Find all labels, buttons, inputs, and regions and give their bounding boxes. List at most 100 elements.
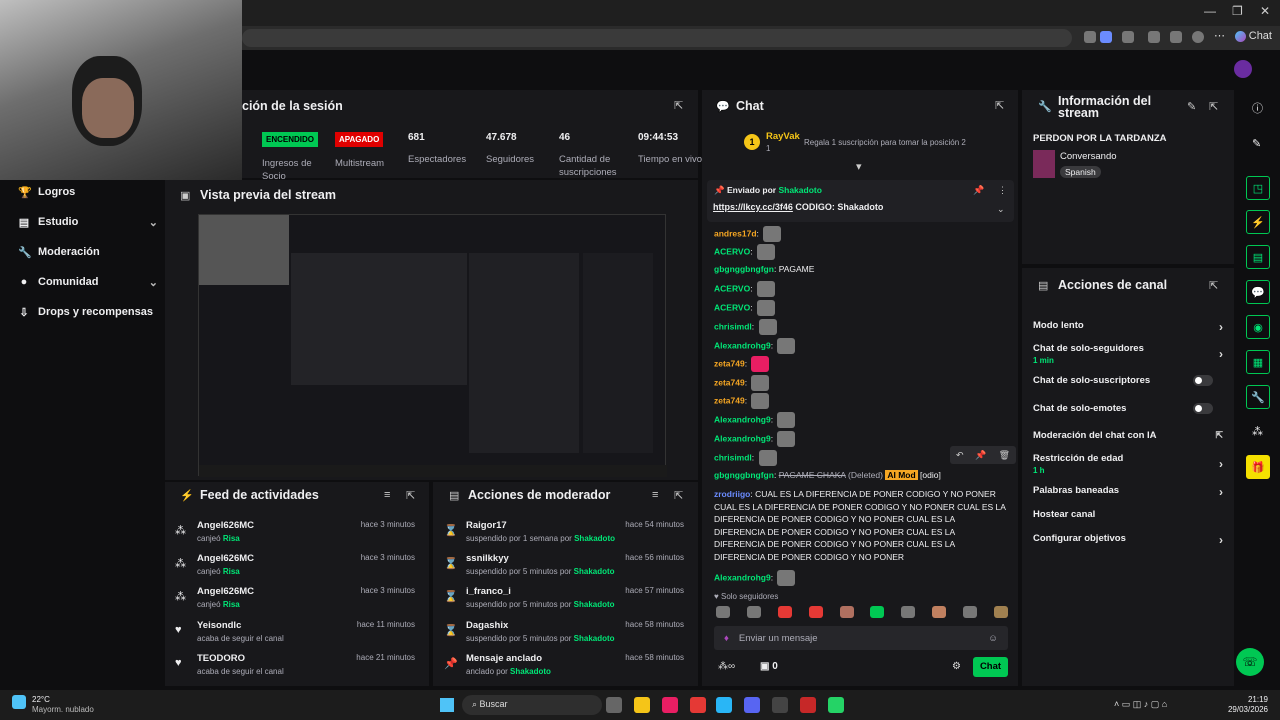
- user-avatar[interactable]: [1234, 60, 1252, 78]
- app-icon[interactable]: [690, 697, 706, 713]
- reply-icon[interactable]: ↶: [956, 450, 964, 461]
- popout-icon[interactable]: ⇱: [406, 489, 415, 502]
- emote-icon[interactable]: [777, 606, 792, 618]
- popout-icon[interactable]: ⇱: [674, 489, 683, 502]
- filter-icon[interactable]: ≡: [652, 489, 658, 501]
- external-link-icon: ⇱: [1215, 430, 1223, 440]
- redeem-icon: ⁂: [175, 525, 186, 537]
- profile-avatar[interactable]: [1192, 31, 1204, 43]
- channel-points[interactable]: ▣ 0: [760, 661, 778, 672]
- popout-icon[interactable]: ⇱: [1209, 100, 1218, 113]
- edit-icon[interactable]: ✎: [1187, 100, 1196, 113]
- mod-action-row: ⌛ ssnilkkyy suspendido por 5 minutos por S…: [444, 553, 684, 576]
- delete-icon[interactable]: 🗑: [999, 450, 1010, 461]
- chat-message: zrodriigo: CUAL ES LA DIFERENCIA DE PONE…: [714, 489, 1006, 562]
- emote-icon[interactable]: [932, 606, 947, 618]
- sidebar-item-drops[interactable]: ⇩ Drops y recompensas: [18, 298, 158, 326]
- app-icon[interactable]: [800, 697, 816, 713]
- emote-icon[interactable]: [839, 606, 854, 618]
- slow-mode-option[interactable]: Modo lento ›: [1033, 320, 1223, 334]
- mod-action-row: ⌛ Raigor17 suspendido por 1 semana por Sha…: [444, 520, 684, 543]
- pin-icon[interactable]: 📌: [975, 450, 986, 461]
- pencil-icon[interactable]: ✎: [1252, 137, 1261, 150]
- emote-icon[interactable]: [993, 606, 1008, 618]
- subscribers-only-option[interactable]: Chat de solo-suscriptores: [1033, 375, 1223, 386]
- minimize-icon[interactable]: —: [1204, 4, 1216, 18]
- address-bar[interactable]: [242, 29, 1072, 47]
- emote-icon[interactable]: [746, 606, 761, 618]
- obs-icon[interactable]: [772, 697, 788, 713]
- emote-icon[interactable]: [963, 606, 977, 618]
- stat-followers: 47.678 Seguidores: [486, 132, 535, 165]
- pinned-link[interactable]: https://lkcy.cc/3f46: [713, 202, 793, 212]
- stream-preview-video[interactable]: [198, 214, 667, 477]
- popout-icon[interactable]: ⇱: [995, 99, 1004, 112]
- collapse-icon[interactable]: ▾: [856, 160, 862, 173]
- sidebar-item-estudio[interactable]: ▤ Estudio ⌄: [18, 208, 158, 236]
- emotes-only-option[interactable]: Chat de solo-emotes: [1033, 403, 1223, 414]
- banned-words-option[interactable]: Palabras baneadas ›: [1033, 485, 1223, 499]
- app-icon[interactable]: [662, 697, 678, 713]
- chat-bubble-icon[interactable]: 💬: [1246, 280, 1270, 304]
- age-restriction-option[interactable]: Restricción de edad 1 h ›: [1033, 453, 1223, 475]
- emote-icon[interactable]: [716, 606, 730, 618]
- document-icon[interactable]: ▤: [1246, 245, 1270, 269]
- sidebar-item-logros[interactable]: 🏆 Logros: [18, 178, 158, 206]
- subscribers-only-toggle[interactable]: [1193, 375, 1213, 386]
- popout-icon[interactable]: ⇱: [1209, 279, 1218, 292]
- edge-icon[interactable]: [716, 697, 732, 713]
- read-aloud-icon[interactable]: [1084, 31, 1096, 43]
- emoji-icon[interactable]: ☺: [988, 633, 998, 644]
- more-icon[interactable]: ⋯: [1214, 29, 1226, 42]
- emote-icon[interactable]: [901, 606, 916, 618]
- configure-goals-option[interactable]: Configurar objetivos ›: [1033, 533, 1223, 547]
- collections-icon[interactable]: [1170, 31, 1182, 43]
- lightning-icon[interactable]: ⚡: [1246, 210, 1270, 234]
- split-screen-icon[interactable]: [1148, 31, 1160, 43]
- gift-sub-text[interactable]: Regala 1 suscripción para tomar la posic…: [804, 138, 966, 147]
- leaderboard-user[interactable]: RayVak: [766, 131, 800, 142]
- maximize-icon[interactable]: ❐: [1232, 4, 1243, 18]
- close-icon[interactable]: ✕: [1260, 4, 1270, 18]
- emote-icon: [777, 570, 796, 586]
- emote-icon[interactable]: [870, 606, 885, 618]
- send-chat-button[interactable]: Chat: [973, 657, 1008, 677]
- file-explorer-icon[interactable]: [634, 697, 650, 713]
- filter-icon[interactable]: ≡: [384, 489, 390, 501]
- favorite-star-icon[interactable]: [1100, 31, 1112, 43]
- chat-message: gbgnggbngfgn: PAGAME: [714, 264, 815, 274]
- chevron-down-icon[interactable]: ⌄: [997, 204, 1005, 215]
- popout-icon[interactable]: ⇱: [674, 99, 683, 112]
- chat-settings-cluster[interactable]: ⁂∞: [718, 661, 735, 672]
- emote-icon: [758, 450, 777, 466]
- sidebar-item-comunidad[interactable]: ● Comunidad ⌄: [18, 268, 158, 296]
- broadcast-icon[interactable]: ◉: [1246, 315, 1270, 339]
- taskbar-search[interactable]: ⌕ Buscar: [462, 695, 602, 715]
- task-view-icon[interactable]: [606, 697, 622, 713]
- sidebar-item-moderacion[interactable]: 🔧 Moderación: [18, 238, 158, 266]
- wrench-icon[interactable]: 🔧: [1246, 385, 1270, 409]
- pin-icon[interactable]: 📌: [973, 185, 984, 196]
- community-icon[interactable]: ⁂: [1252, 425, 1263, 438]
- screenshot-icon[interactable]: ◳: [1246, 176, 1270, 200]
- layout-icon[interactable]: ▦: [1246, 350, 1270, 374]
- extension-icon[interactable]: [1122, 31, 1134, 43]
- start-icon[interactable]: [440, 698, 454, 712]
- copilot-chat-button[interactable]: Chat: [1234, 30, 1272, 42]
- discord-icon[interactable]: [744, 697, 760, 713]
- chat-input[interactable]: ♦ Enviar un mensaje ☺: [714, 626, 1008, 650]
- more-vertical-icon[interactable]: ⋮: [998, 185, 1007, 196]
- host-channel-option[interactable]: Hostear canal: [1033, 509, 1223, 520]
- whatsapp-icon[interactable]: [828, 697, 844, 713]
- help-chat-button[interactable]: ☏: [1236, 648, 1264, 676]
- gift-icon[interactable]: 🎁: [1246, 455, 1270, 479]
- stream-info-title: Información del stream: [1058, 94, 1152, 120]
- gear-icon[interactable]: ⚙: [952, 661, 961, 672]
- emotes-only-toggle[interactable]: [1193, 403, 1213, 414]
- ai-moderation-option[interactable]: Moderación del chat con IA ⇱: [1033, 430, 1223, 441]
- followers-only-option[interactable]: Chat de solo-seguidores 1 min ›: [1033, 343, 1223, 365]
- tray-icons[interactable]: ˄ ▭ ◫ ♪ ▢ ⌂: [1114, 699, 1167, 710]
- emote-icon: [763, 226, 782, 242]
- emote-icon[interactable]: [808, 606, 823, 618]
- info-icon[interactable]: ⓘ: [1252, 100, 1263, 116]
